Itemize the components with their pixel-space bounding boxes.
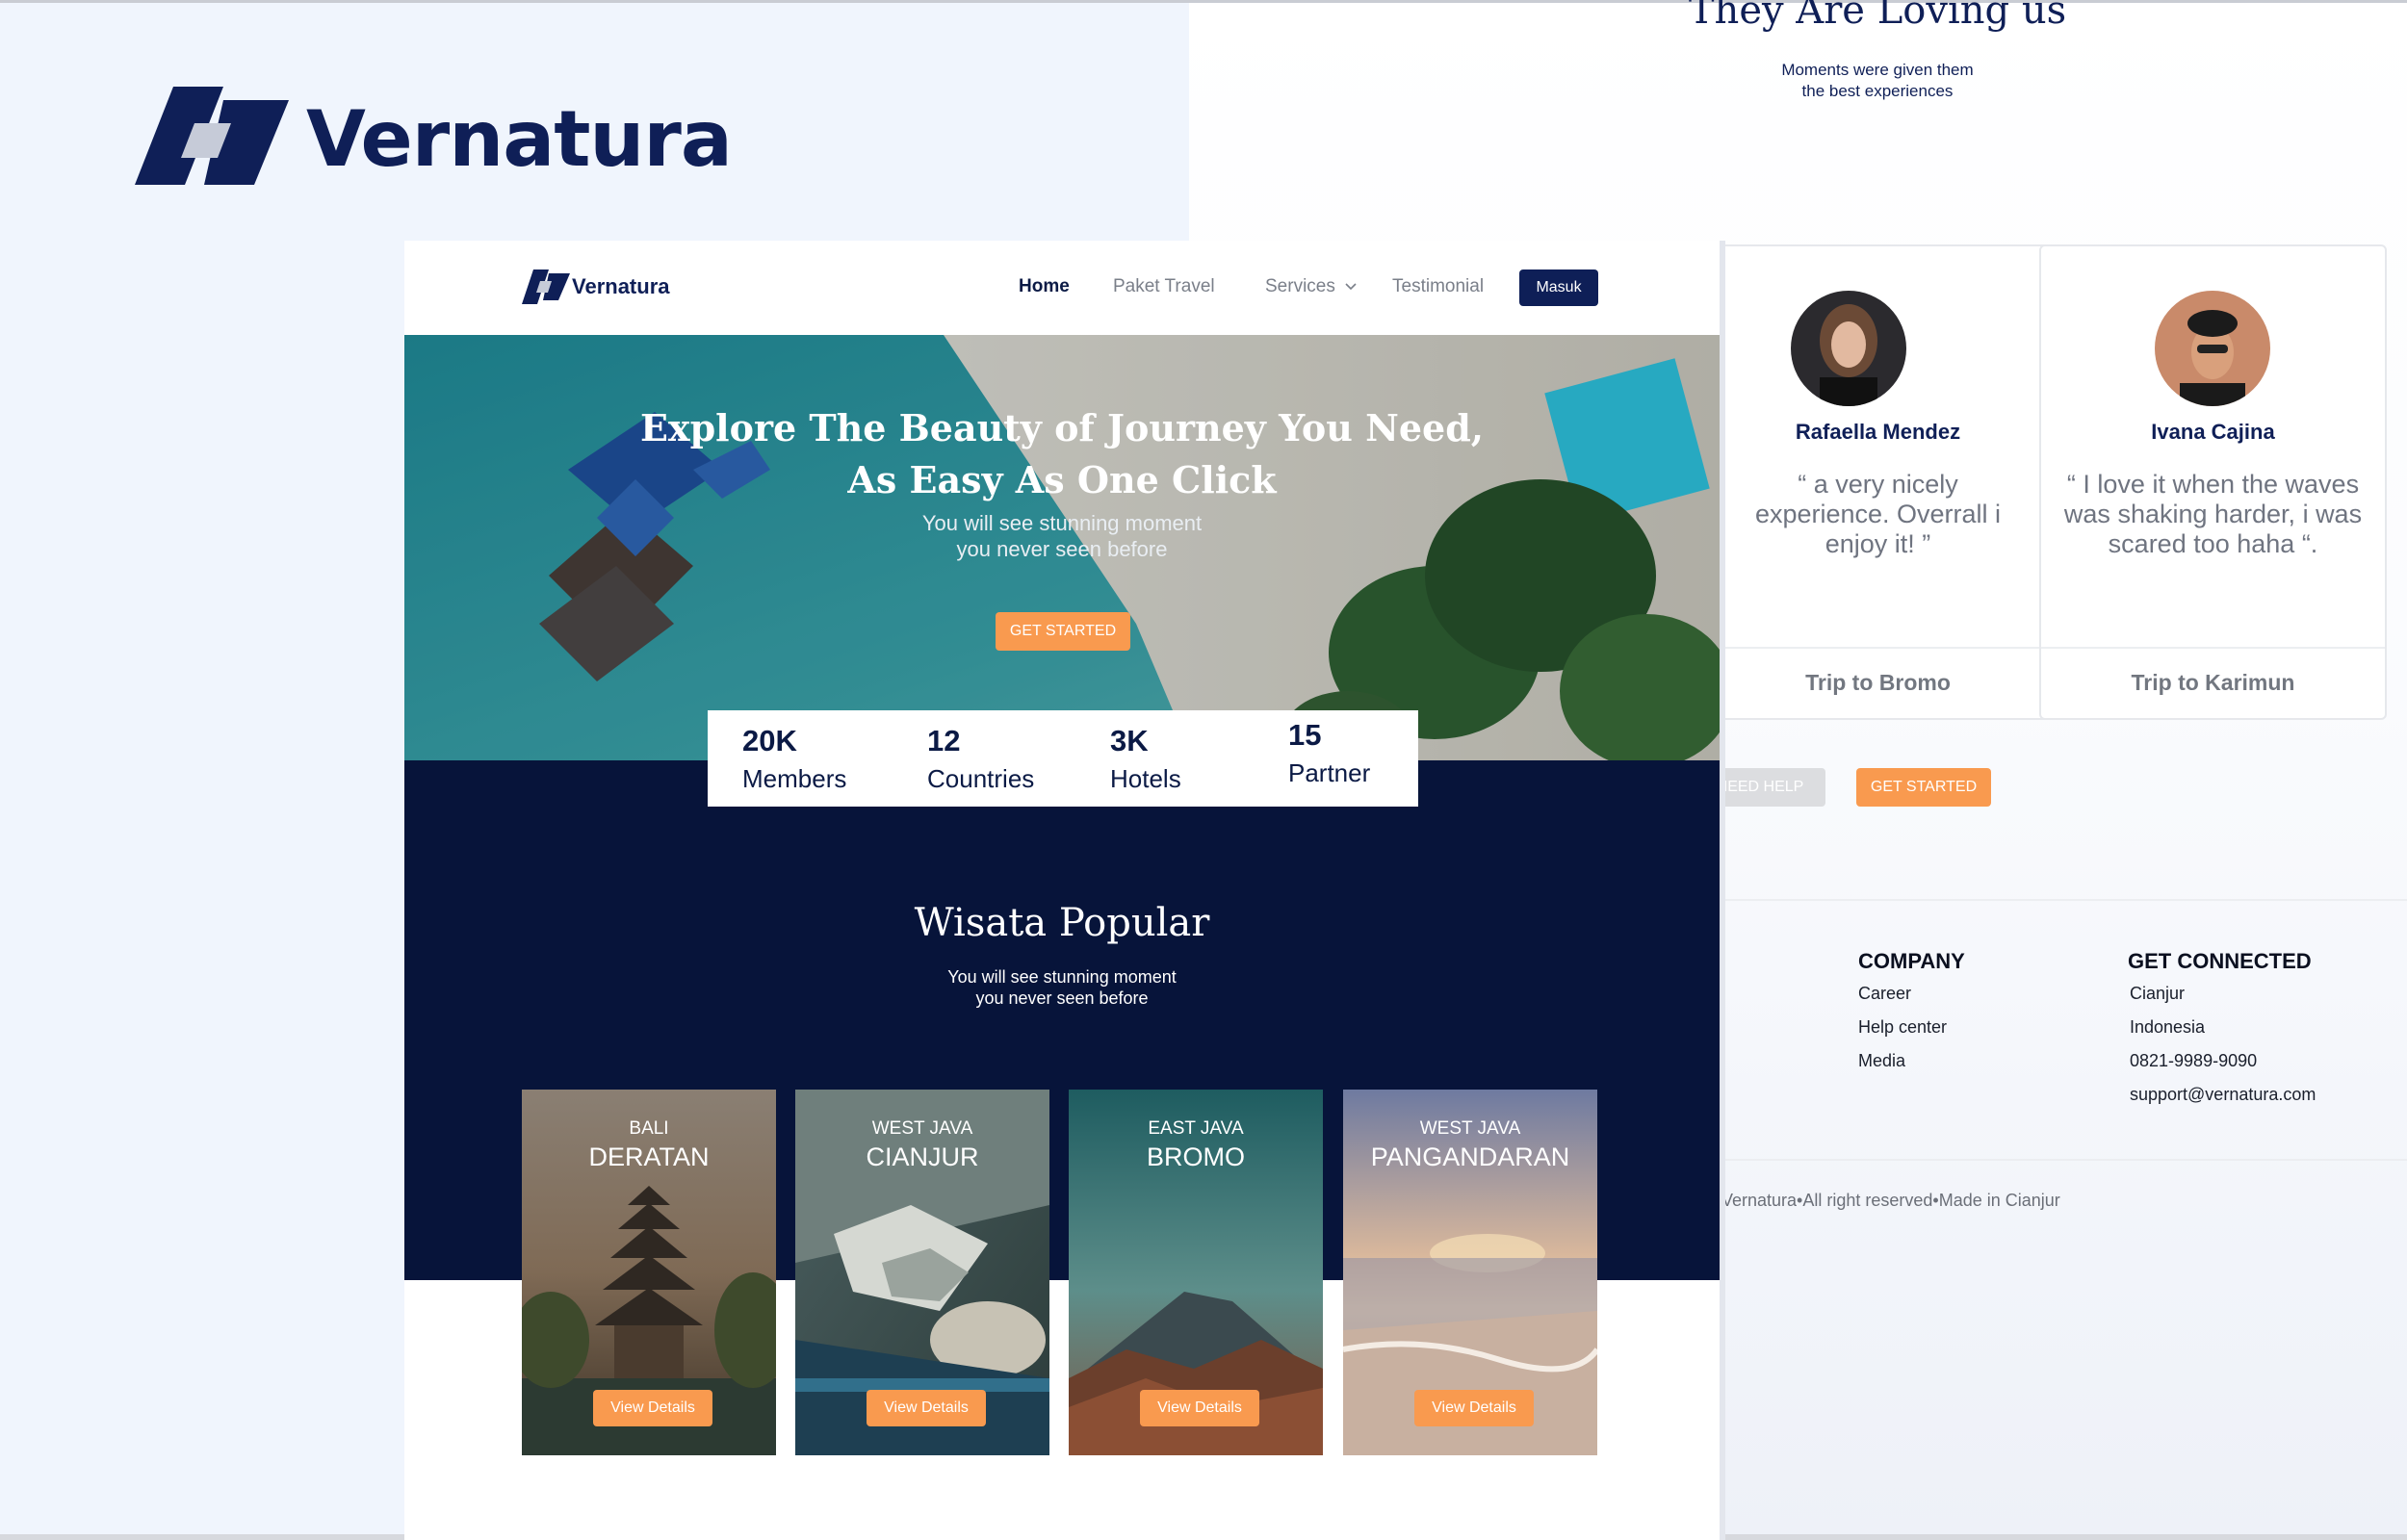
- footer-divider: [1723, 1159, 2407, 1161]
- popular-subtitle-line: You will see stunning moment: [947, 967, 1177, 987]
- testimonial-subtitle: Moments were given them the best experie…: [1666, 60, 2089, 102]
- footer-location-country: Indonesia: [2130, 1017, 2206, 1037]
- testimonial-name: Rafaella Mendez: [1795, 420, 1961, 444]
- footer-location-city: Cianjur: [2130, 984, 2186, 1003]
- stat-value: 20K: [742, 724, 797, 757]
- nav-services[interactable]: Services: [1265, 276, 1358, 297]
- footer-email[interactable]: support@vernatura.com: [2130, 1085, 2316, 1105]
- popular-subtitle-line: you never seen before: [975, 988, 1149, 1008]
- hero-title-line: Explore The Beauty of Journey You Need,: [639, 406, 1485, 449]
- footer-link-help-center[interactable]: Help center: [1858, 1017, 1965, 1038]
- card-divider: [1706, 647, 2050, 649]
- nav-testimonial[interactable]: Testimonial: [1392, 276, 1484, 297]
- login-button[interactable]: Masuk: [1519, 270, 1598, 306]
- quote-line: experience. Overrall i: [1754, 500, 2002, 528]
- quote-line: enjoy it! ”: [1825, 529, 1931, 558]
- testimonial-name: Ivana Cajina: [2151, 420, 2275, 444]
- footer-heading: COMPANY: [1858, 949, 1965, 973]
- hero-subtitle-line: You will see stunning moment: [921, 511, 1203, 535]
- popular-title: Wisata Popular: [914, 901, 1210, 945]
- stat-value: 3K: [1110, 724, 1149, 757]
- nav-services-label: Services: [1265, 276, 1335, 296]
- avatar: [2155, 291, 2270, 406]
- footer-company: COMPANY Career Help center Media: [1858, 949, 1965, 1071]
- destination-region: WEST JAVA: [1419, 1118, 1521, 1139]
- nav-brand[interactable]: Vernatura: [572, 274, 670, 299]
- nav-logo-icon[interactable]: [522, 268, 570, 306]
- trip-label: Trip to Bromo: [1805, 670, 1951, 695]
- destination-card[interactable]: WEST JAVA CIANJUR View Details: [795, 1090, 1049, 1455]
- avatar: [1791, 291, 1906, 406]
- hero-banner: Explore The Beauty of Journey You Need, …: [404, 335, 1720, 760]
- quote-line: scared too haha “.: [2108, 529, 2318, 558]
- chevron-down-icon: [1345, 283, 1357, 291]
- stat-label: Members: [742, 764, 847, 793]
- brand-name: Vernatura: [306, 94, 733, 184]
- destination-name: CIANJUR: [866, 1142, 979, 1171]
- quote-line: “ a very nicely: [1798, 470, 1958, 499]
- destination-name: PANGANDARAN: [1370, 1142, 1570, 1171]
- destination-region: EAST JAVA: [1148, 1118, 1244, 1139]
- avatar-portrait-icon: [1791, 291, 1906, 406]
- stat-value: 12: [927, 724, 961, 757]
- quote-line: “ I love it when the waves: [2066, 470, 2360, 499]
- testimonial-subtitle-line: Moments were given them: [1781, 61, 1974, 79]
- site-shadow: [1720, 241, 1725, 1540]
- vernatura-logo-icon: [135, 87, 289, 185]
- view-details-button[interactable]: View Details: [867, 1390, 986, 1426]
- stats-bar: 20K Members 12 Countries 3K Hotels 15 Pa…: [708, 710, 1418, 807]
- footer-divider: [1723, 899, 2407, 901]
- testimonial-title: They Are Loving us: [1688, 0, 2067, 33]
- stat-label: Partner: [1288, 758, 1371, 787]
- hero-subtitle: You will see stunning moment you never s…: [443, 510, 1681, 562]
- popular-subtitle: You will see stunning moment you never s…: [404, 966, 1720, 1009]
- avatar-portrait-icon: [2155, 291, 2270, 406]
- testimonial-quote: “ I love it when the waves was shaking h…: [2060, 470, 2366, 559]
- view-details-button[interactable]: View Details: [1140, 1390, 1259, 1426]
- website-preview: Vernatura Home Paket Travel Services Tes…: [404, 241, 1720, 1540]
- destination-card[interactable]: BALI DERATAN View Details: [522, 1090, 776, 1455]
- destination-card[interactable]: WEST JAVA PANGANDARAN View Details: [1343, 1090, 1597, 1455]
- get-started-button[interactable]: GET STARTED: [1856, 768, 1991, 807]
- footer-link-career[interactable]: Career: [1858, 984, 1965, 1004]
- nav-paket-travel[interactable]: Paket Travel: [1113, 276, 1215, 297]
- footer-phone[interactable]: 0821-9989-9090: [2130, 1051, 2316, 1071]
- stat-label: Countries: [927, 764, 1035, 793]
- footer-heading: GET CONNECTED: [2128, 949, 2312, 973]
- destination-region: WEST JAVA: [871, 1118, 973, 1139]
- hero-subtitle-line: you never seen before: [956, 537, 1168, 561]
- hero-title: Explore The Beauty of Journey You Need, …: [404, 402, 1720, 506]
- stat-label: Hotels: [1110, 764, 1181, 793]
- destination-name: BROMO: [1146, 1142, 1245, 1171]
- copyright-text: t Vernatura•All right reserved•Made in C…: [1712, 1191, 2060, 1210]
- trip-label: Trip to Karimun: [2131, 670, 2295, 695]
- testimonial-subtitle-line: the best experiences: [1801, 82, 1954, 100]
- destination-region: BALI: [629, 1118, 669, 1139]
- card-divider: [2041, 647, 2385, 649]
- footer-link-media[interactable]: Media: [1858, 1051, 1965, 1071]
- testimonial-quote: “ a very nicely experience. Overrall i e…: [1725, 470, 2031, 559]
- destination-card[interactable]: EAST JAVA BROMO View Details: [1069, 1090, 1323, 1455]
- testimonial-card: Rafaella Mendez “ a very nicely experien…: [1704, 244, 2052, 720]
- view-details-button[interactable]: View Details: [1414, 1390, 1534, 1426]
- testimonial-card: Ivana Cajina “ I love it when the waves …: [2039, 244, 2387, 720]
- hero-get-started-button[interactable]: GET STARTED: [996, 612, 1130, 651]
- view-details-button[interactable]: View Details: [593, 1390, 712, 1426]
- quote-line: was shaking harder, i was: [2063, 500, 2363, 528]
- stat-value: 15: [1288, 718, 1322, 752]
- footer-connected: GET CONNECTED Cianjur Indonesia 0821-998…: [2128, 949, 2316, 1105]
- nav-home[interactable]: Home: [1019, 276, 1070, 297]
- destination-name: DERATAN: [588, 1142, 710, 1171]
- hero-title-line: As Easy As One Click: [847, 458, 1277, 501]
